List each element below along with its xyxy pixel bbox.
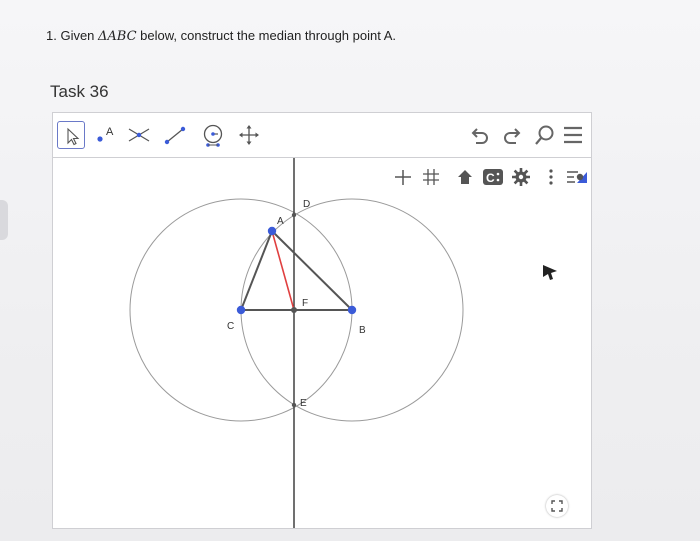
segment-ab[interactable] — [271, 230, 353, 311]
search-icon — [535, 125, 554, 145]
grid-icon — [423, 169, 439, 185]
point-b[interactable] — [347, 305, 357, 315]
redo-icon — [504, 128, 521, 144]
redo-button[interactable] — [500, 123, 524, 147]
task-title: Task 36 — [50, 82, 109, 101]
point-c[interactable] — [236, 305, 246, 315]
graphics-view[interactable]: D A F C B E C — [53, 158, 591, 528]
settings-icon — [512, 168, 530, 186]
search-button[interactable] — [533, 123, 557, 147]
triangle-symbol: ΔABC — [98, 29, 137, 44]
standard-view-button[interactable] — [455, 167, 475, 187]
style-bar-toggle-icon — [567, 171, 587, 183]
undo-icon — [471, 128, 488, 144]
point-a[interactable] — [267, 226, 277, 236]
undo-button[interactable] — [468, 123, 492, 147]
question-suffix: below, construct the median through poin… — [136, 28, 397, 43]
mouse-cursor-icon — [543, 265, 557, 280]
fullscreen-button[interactable] — [546, 495, 568, 517]
geogebra-applet: A D A F C B E C — [52, 112, 592, 529]
main-menu-button[interactable] — [561, 123, 585, 147]
point-f[interactable] — [291, 307, 297, 313]
compass-tool-button[interactable] — [199, 121, 227, 149]
point-tool-letter: A — [106, 126, 114, 138]
move-arrow-icon — [67, 127, 80, 146]
segment-tool-button[interactable] — [161, 121, 189, 149]
label-e: E — [300, 398, 307, 409]
label-a: A — [277, 216, 284, 227]
question-text: 1. Given ΔABC below, construct the media… — [46, 28, 396, 44]
axes-icon — [395, 170, 411, 185]
label-c: C — [227, 321, 234, 332]
point-d[interactable] — [291, 212, 297, 218]
question-prefix: 1. Given — [46, 28, 99, 43]
svg-text:C: C — [486, 171, 495, 185]
menu-icon — [564, 126, 582, 144]
label-style-button[interactable]: C — [482, 167, 504, 187]
intersect-icon — [128, 128, 150, 142]
construction-canvas[interactable]: D A F C B E — [53, 158, 591, 528]
toolbar: A — [53, 113, 591, 158]
style-bar-toggle-button[interactable] — [565, 167, 589, 187]
label-icon: C — [483, 169, 503, 185]
label-f: F — [302, 298, 308, 309]
point-tool-button[interactable]: A — [91, 121, 119, 149]
point-e[interactable] — [291, 402, 297, 408]
more-icon — [549, 169, 553, 185]
toggle-axes-button[interactable] — [393, 167, 413, 187]
fullscreen-icon — [551, 500, 563, 512]
home-icon — [458, 170, 472, 184]
segment-icon — [164, 126, 186, 145]
move-tool-button[interactable] — [57, 121, 85, 149]
more-options-button[interactable] — [547, 167, 555, 187]
label-b: B — [359, 325, 366, 336]
move-view-icon — [239, 125, 259, 145]
segment-ac[interactable] — [240, 230, 273, 311]
intersect-tool-button[interactable] — [125, 121, 153, 149]
move-view-tool-button[interactable] — [235, 121, 263, 149]
point-icon: A — [97, 126, 114, 142]
compass-icon — [203, 124, 223, 147]
label-d: D — [303, 199, 310, 210]
side-handle — [0, 200, 8, 240]
toggle-grid-button[interactable] — [421, 167, 441, 187]
graphics-settings-button[interactable] — [511, 167, 531, 187]
